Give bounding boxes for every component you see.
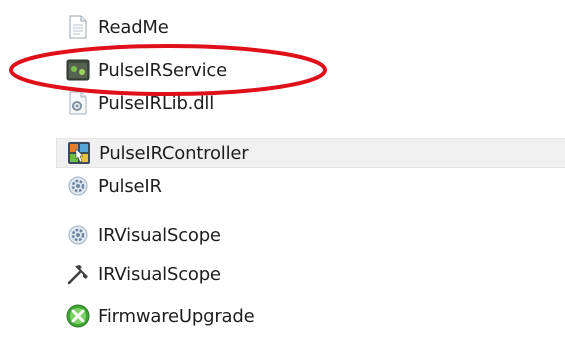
file-item-firmwareupgrade[interactable]: FirmwareUpgrade	[56, 301, 565, 331]
file-item-pulseirservice[interactable]: PulseIRService	[56, 55, 565, 85]
file-list: ReadMe PulseIRService PulseIRLib.dll Pul…	[0, 0, 565, 337]
tools-icon	[66, 262, 90, 286]
file-item-label: PulseIRService	[98, 59, 227, 81]
file-item-pulseir[interactable]: PulseIR	[56, 171, 565, 201]
file-item-label: ReadMe	[98, 16, 169, 38]
file-item-irvisualscope-config[interactable]: IRVisualScope	[56, 220, 565, 250]
settings-gear-file-icon	[66, 223, 90, 247]
file-item-label: IRVisualScope	[98, 263, 221, 285]
page: ReadMe PulseIRService PulseIRLib.dll Pul…	[0, 0, 565, 337]
controller-application-icon	[67, 141, 91, 165]
file-item-label: IRVisualScope	[98, 224, 221, 246]
text-document-icon	[66, 15, 90, 39]
service-application-icon	[66, 58, 90, 82]
file-item-readme[interactable]: ReadMe	[56, 12, 565, 42]
firmware-upgrade-icon	[66, 304, 90, 328]
file-item-label: PulseIR	[98, 175, 162, 197]
dll-file-icon	[66, 91, 90, 115]
file-item-label: FirmwareUpgrade	[98, 305, 255, 327]
file-item-label: PulseIRController	[99, 142, 249, 164]
file-item-label: PulseIRLib.dll	[98, 92, 215, 114]
file-item-irvisualscope-tool[interactable]: IRVisualScope	[56, 259, 565, 289]
file-item-pulseirlib-dll[interactable]: PulseIRLib.dll	[56, 88, 565, 118]
settings-gear-file-icon	[66, 174, 90, 198]
file-item-pulseircontroller[interactable]: PulseIRController	[56, 138, 565, 168]
